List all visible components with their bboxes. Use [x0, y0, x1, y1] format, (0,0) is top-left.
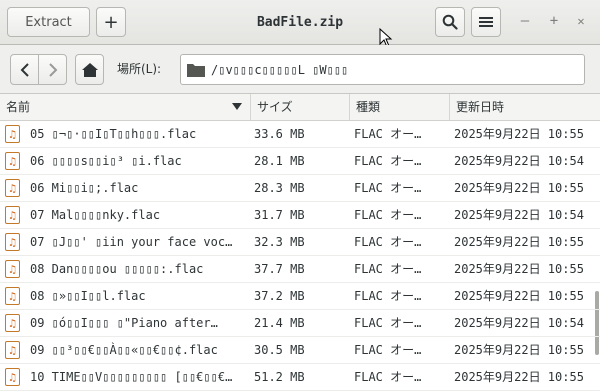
file-name: 10 TIME▯▯V▯▯▯▯▯▯▯▯▯ [▯▯€▯▯€…: [30, 370, 233, 384]
file-modified: 2025年9月22日 10:55: [454, 181, 584, 195]
audio-file-icon: ♫: [5, 125, 20, 143]
file-type: FLAC オー…: [354, 316, 422, 330]
column-modified[interactable]: 更新日時: [450, 94, 600, 120]
file-type: FLAC オー…: [354, 343, 422, 357]
file-size: 51.2 MB: [254, 370, 305, 384]
file-size: 32.3 MB: [254, 235, 305, 249]
file-type: FLAC オー…: [354, 235, 422, 249]
file-row[interactable]: ♫ 10 TIME▯▯V▯▯▯▯▯▯▯▯▯ [▯▯€▯▯€… 51.2 MB FLAC…: [0, 364, 600, 391]
window-title: BadFile.zip: [256, 14, 344, 30]
minimize-button[interactable]: –: [516, 12, 534, 30]
file-name: 06 ▯▯▯▯s▯▯i▯³ ▯i.flac: [30, 154, 182, 168]
file-type: FLAC オー…: [354, 370, 422, 384]
file-modified: 2025年9月22日 10:54: [454, 154, 584, 168]
chevron-right-icon: [48, 62, 57, 77]
audio-file-icon: ♫: [5, 233, 20, 251]
location-path: /▯v▯▯▯c▯▯▯▯▯L ▯W▯▯▯: [211, 62, 349, 77]
file-type: FLAC オー…: [354, 154, 422, 168]
chevron-left-icon: [20, 62, 29, 77]
audio-file-icon: ♫: [5, 368, 20, 386]
column-modified-label: 更新日時: [456, 100, 505, 114]
file-size: 31.7 MB: [254, 208, 305, 222]
file-size: 28.1 MB: [254, 154, 305, 168]
folder-icon: [187, 63, 205, 77]
add-button[interactable]: +: [96, 7, 126, 37]
file-type: FLAC オー…: [354, 127, 422, 141]
file-modified: 2025年9月22日 10:55: [454, 262, 584, 276]
file-name: 06 Mi▯▯i▯;.flac: [30, 181, 139, 195]
file-row[interactable]: ♫ 06 Mi▯▯i▯;.flac 28.3 MB FLAC オー… 2025年9月22…: [0, 175, 600, 202]
file-modified: 2025年9月22日 10:55: [454, 235, 584, 249]
close-button[interactable]: ✕: [572, 12, 590, 30]
file-name: 07 ▯J▯▯' ▯iin your face voc…: [30, 235, 233, 249]
file-row[interactable]: ♫ 06 ▯▯▯▯s▯▯i▯³ ▯i.flac 28.1 MB FLAC オー… 202…: [0, 148, 600, 175]
search-button[interactable]: [435, 7, 465, 37]
file-name: 08 Dan▯▯▯▯ou ▯▯▯▯▯:.flac: [30, 262, 204, 276]
file-modified: 2025年9月22日 10:55: [454, 343, 584, 357]
audio-file-icon: ♫: [5, 152, 20, 170]
file-name: 08 ▯»▯▯I▯▯l.flac: [30, 289, 146, 303]
search-icon: [442, 14, 458, 30]
location-toolbar: 場所(L): /▯v▯▯▯c▯▯▯▯▯L ▯W▯▯▯: [0, 45, 600, 94]
file-type: FLAC オー…: [354, 262, 422, 276]
hamburger-menu-icon: [479, 17, 493, 27]
file-list: ♫ 05 ▯¬▯·▯▯I▯T▯▯h▯▯▯.flac 33.6 MB FLAC オー… 2…: [0, 121, 600, 391]
audio-file-icon: ♫: [5, 206, 20, 224]
audio-file-icon: ♫: [5, 287, 20, 305]
file-size: 33.6 MB: [254, 127, 305, 141]
column-size[interactable]: サイズ: [251, 94, 350, 120]
file-name: 09 ▯▯³▯▯€▯▯À▯▯«▯▯€▯▯¢.flac: [30, 343, 218, 357]
file-type: FLAC オー…: [354, 181, 422, 195]
file-name: 05 ▯¬▯·▯▯I▯T▯▯h▯▯▯.flac: [30, 127, 197, 141]
file-size: 37.2 MB: [254, 289, 305, 303]
file-size: 30.5 MB: [254, 343, 305, 357]
column-name[interactable]: 名前: [0, 94, 251, 120]
file-modified: 2025年9月22日 10:55: [454, 289, 584, 303]
file-size: 21.4 MB: [254, 316, 305, 330]
home-icon: [81, 62, 98, 77]
extract-button[interactable]: Extract: [7, 7, 90, 37]
audio-file-icon: ♫: [5, 314, 20, 332]
file-row[interactable]: ♫ 09 ▯▯³▯▯€▯▯À▯▯«▯▯€▯▯¢.flac 30.5 MB FLAC オ…: [0, 337, 600, 364]
back-button[interactable]: [10, 54, 39, 85]
audio-file-icon: ♫: [5, 341, 20, 359]
forward-button[interactable]: [38, 54, 67, 85]
file-row[interactable]: ♫ 07 Mal▯▯▯▯nky.flac 31.7 MB FLAC オー… 2025年9…: [0, 202, 600, 229]
file-size: 28.3 MB: [254, 181, 305, 195]
home-button[interactable]: [75, 54, 104, 85]
file-name: 09 ▯ó▯▯I▯▯▯ ▯"Piano after…: [30, 316, 218, 330]
file-modified: 2025年9月22日 10:54: [454, 316, 584, 330]
file-type: FLAC オー…: [354, 208, 422, 222]
audio-file-icon: ♫: [5, 179, 20, 197]
file-row[interactable]: ♫ 07 ▯J▯▯' ▯iin your face voc… 32.3 MB FLAC…: [0, 229, 600, 256]
column-type[interactable]: 種類: [350, 94, 450, 120]
file-row[interactable]: ♫ 08 ▯»▯▯I▯▯l.flac 37.2 MB FLAC オー… 2025年9月2…: [0, 283, 600, 310]
column-type-label: 種類: [356, 100, 381, 114]
file-row[interactable]: ♫ 05 ▯¬▯·▯▯I▯T▯▯h▯▯▯.flac 33.6 MB FLAC オー… 2…: [0, 121, 600, 148]
file-type: FLAC オー…: [354, 289, 422, 303]
audio-file-icon: ♫: [5, 260, 20, 278]
location-field[interactable]: /▯v▯▯▯c▯▯▯▯▯L ▯W▯▯▯: [180, 54, 585, 85]
file-modified: 2025年9月22日 10:55: [454, 370, 584, 384]
location-label: 場所(L):: [117, 62, 162, 76]
file-name: 07 Mal▯▯▯▯nky.flac: [30, 208, 161, 222]
sort-descending-icon: [232, 103, 242, 110]
file-row[interactable]: ♫ 08 Dan▯▯▯▯ou ▯▯▯▯▯:.flac 37.7 MB FLAC オー……: [0, 256, 600, 283]
maximize-button[interactable]: +: [545, 12, 563, 30]
menu-button[interactable]: [471, 7, 501, 37]
file-size: 37.7 MB: [254, 262, 305, 276]
file-modified: 2025年9月22日 10:54: [454, 208, 584, 222]
file-row[interactable]: ♫ 09 ▯ó▯▯I▯▯▯ ▯"Piano after… 21.4 MB FLAC オ…: [0, 310, 600, 337]
file-modified: 2025年9月22日 10:55: [454, 127, 584, 141]
column-name-label: 名前: [6, 100, 31, 114]
column-header: 名前 サイズ 種類 更新日時: [0, 94, 600, 121]
column-size-label: サイズ: [257, 100, 293, 114]
header-bar: Extract + BadFile.zip – + ✕: [0, 0, 600, 48]
